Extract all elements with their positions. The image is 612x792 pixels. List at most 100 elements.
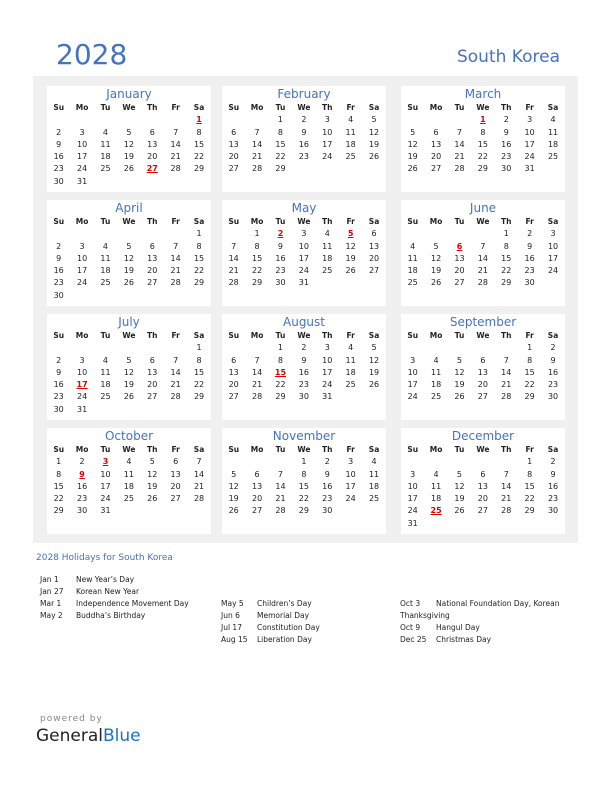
day: 16 <box>76 481 88 491</box>
empty-day <box>70 114 93 126</box>
holiday-name: Christmas Day <box>436 635 492 644</box>
day: 25 <box>368 494 380 504</box>
weekday-label: We <box>122 331 136 340</box>
day: 8 <box>277 127 284 137</box>
day: 28 <box>170 278 181 288</box>
day: 13 <box>477 367 488 377</box>
day: 4 <box>102 127 109 137</box>
month-name: March <box>464 87 502 101</box>
day: 7 <box>254 355 260 365</box>
day: 24 <box>298 266 309 276</box>
day: 30 <box>547 392 559 402</box>
week-row: 1 2 3 4 5 <box>222 114 386 126</box>
day: 14 <box>251 367 263 377</box>
day: 16 <box>53 152 64 162</box>
holiday-date: Jan 1 <box>40 575 59 584</box>
day: 28 <box>275 506 286 516</box>
day: 27 <box>147 278 158 288</box>
weekday-label: Su <box>228 103 240 112</box>
day: 15 <box>275 139 286 149</box>
day: 24 <box>407 506 418 516</box>
week-row: 25 26 27 28 29 30 <box>401 277 565 289</box>
weekday-label: Su <box>53 445 65 454</box>
day: 11 <box>345 355 356 365</box>
weekday-header: Su Mo Tu We Th Fr Sa <box>47 102 211 114</box>
day: 10 <box>76 139 88 149</box>
day: 16 <box>53 380 64 390</box>
day: 6 <box>371 229 377 239</box>
empty-day <box>245 456 268 468</box>
week-row: 12 13 14 15 16 17 18 <box>401 139 565 151</box>
day: 14 <box>170 139 181 149</box>
week-row: 1 2 3 4 5 6 <box>222 228 386 240</box>
day: 19 <box>454 380 465 390</box>
week-row: 31 <box>401 518 565 530</box>
day: 10 <box>76 367 88 377</box>
day: 17 <box>322 367 333 377</box>
day: 25 <box>100 392 111 402</box>
month-grid: Su Mo Tu We Th Fr Sa 1 2 3 4 5 6 7 8 9 10 11 12 13 14 15 16 17 1… <box>401 216 565 290</box>
weekday-label: Tu <box>275 331 286 340</box>
day: 16 <box>547 367 559 377</box>
day: 21 <box>170 152 181 162</box>
weekday-label: Fr <box>525 445 534 454</box>
holiday-item: May 5 Children’s Day <box>221 598 391 610</box>
empty-day <box>117 290 140 302</box>
week-row: 16 17 18 19 20 21 22 <box>47 379 211 391</box>
empty-day <box>495 342 518 354</box>
day: 6 <box>480 469 486 479</box>
month-grid: Su Mo Tu We Th Fr Sa 1 2 3 4 5 6 7 8 9 10 11 12 13 14 15 16 17 1… <box>222 330 386 404</box>
month-march: March Su Mo Tu We Th Fr Sa 1 2 3 4 5 6 7 8 9 10 11 12 13 14 15… <box>401 86 565 192</box>
weekday-label: Su <box>53 331 65 340</box>
day: 12 <box>123 139 134 149</box>
day: 19 <box>407 152 418 162</box>
day: 28 <box>170 392 181 402</box>
day: 4 <box>410 241 416 251</box>
day: 6 <box>231 127 237 137</box>
day: 22 <box>501 266 512 276</box>
day: 21 <box>275 494 286 504</box>
empty-day <box>117 404 140 416</box>
day: 22 <box>53 494 64 504</box>
weekday-label: Sa <box>368 331 380 340</box>
weekday-label: Th <box>322 103 333 112</box>
day: 29 <box>524 392 535 402</box>
day: 23 <box>547 380 559 390</box>
week-row: 15 16 17 18 19 20 21 <box>47 481 211 493</box>
empty-day <box>94 342 117 354</box>
month-grid: Su Mo Tu We Th Fr Sa 1 2 3 4 5 6 7 8 9 10 11 12 13 14 15 16 17 1… <box>222 102 386 176</box>
day: 5 <box>126 127 132 137</box>
week-row: 24 25 26 27 28 29 30 <box>401 505 565 517</box>
weekday-label: We <box>476 217 490 226</box>
week-row: 22 23 24 25 26 27 28 <box>47 493 211 505</box>
day: 15 <box>193 367 205 377</box>
day: 2 <box>79 457 85 467</box>
weekday-label: Fr <box>171 103 180 112</box>
month-june: June Su Mo Tu We Th Fr Sa 1 2 3 4 5 6 7 8 9 10 11 12 13 14 15 1… <box>401 200 565 306</box>
day: 11 <box>100 367 111 377</box>
week-row: 27 28 29 30 31 <box>222 391 386 403</box>
day: 5 <box>433 241 439 251</box>
empty-day <box>424 518 447 530</box>
week-row: 5 6 7 8 9 10 11 <box>401 127 565 139</box>
empty-day <box>362 163 385 175</box>
day: 9 <box>56 367 62 377</box>
weekday-label: Su <box>407 331 419 340</box>
day: 19 <box>147 481 158 491</box>
day: 9 <box>301 127 307 137</box>
week-row: 23 24 25 26 27 28 29 <box>47 163 211 175</box>
day: 30 <box>501 164 512 174</box>
day: 14 <box>275 481 286 491</box>
weekday-label: Su <box>407 445 419 454</box>
day: 1 <box>301 457 307 467</box>
weekday-label: Mo <box>429 331 443 340</box>
week-row: 6 7 8 9 10 11 12 <box>222 355 386 367</box>
day: 18 <box>322 253 333 263</box>
day: 6 <box>149 355 155 365</box>
holiday-date: Dec 25 <box>400 635 427 644</box>
day: 10 <box>407 367 418 377</box>
holiday-date: Jul 17 <box>221 623 242 632</box>
day: 2 <box>301 343 307 353</box>
holiday-name: Constitution Day <box>257 623 320 632</box>
day: 31 <box>298 278 309 288</box>
